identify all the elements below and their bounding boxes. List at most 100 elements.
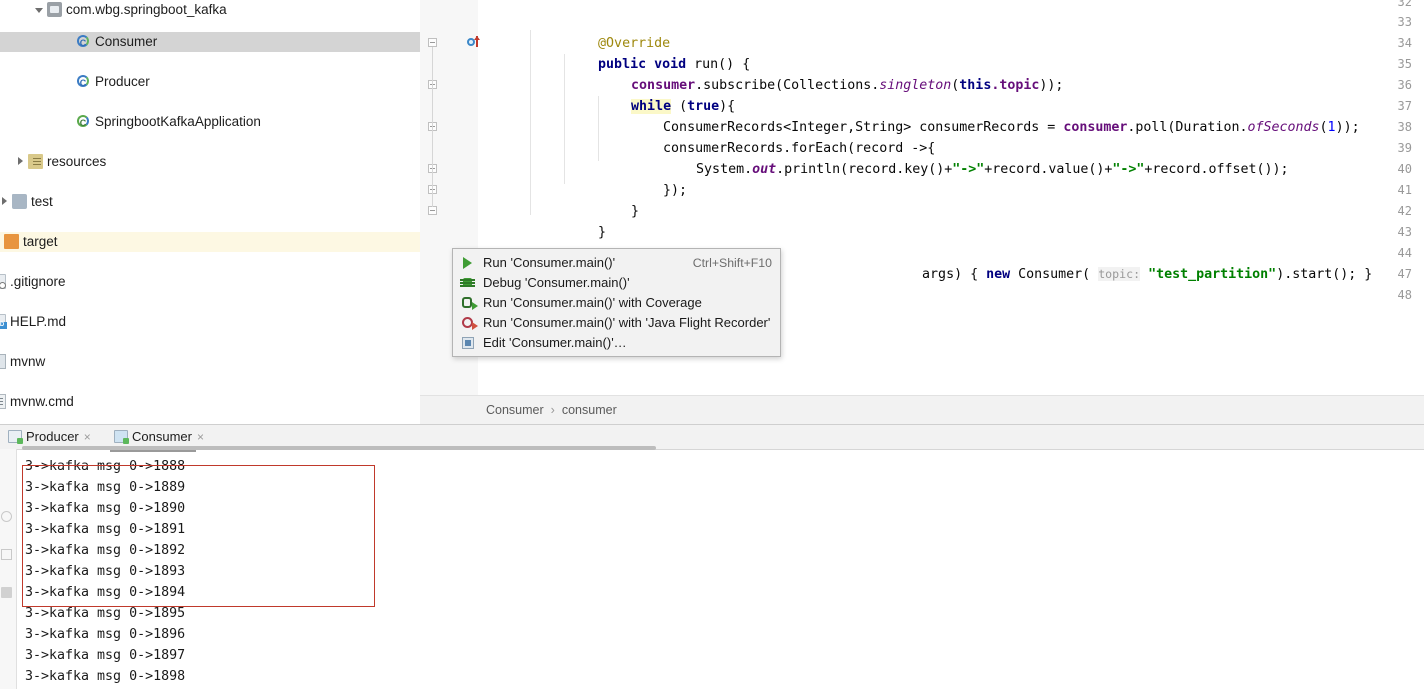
java-class-icon xyxy=(76,73,91,93)
tree-item-springboot-application[interactable]: SpringbootKafkaApplication xyxy=(0,112,420,133)
run-tab-icon xyxy=(114,430,129,444)
code-token-args-tail: args) { xyxy=(922,267,987,282)
shell-file-icon xyxy=(0,354,6,369)
tree-item-label: SpringbootKafkaApplication xyxy=(95,114,261,129)
breadcrumb-item-field[interactable]: consumer xyxy=(562,396,617,425)
code-token-brace-close: } xyxy=(631,204,640,219)
menu-item-debug[interactable]: Debug 'Consumer.main()' xyxy=(453,273,780,293)
code-token-out-field: out xyxy=(752,162,777,177)
breadcrumb-separator-icon: › xyxy=(550,403,555,417)
menu-item-label: Run 'Consumer.main()' xyxy=(483,255,616,270)
edit-config-icon xyxy=(461,336,475,350)
tree-item-label: .gitignore xyxy=(10,274,66,289)
console-line: 3->kafka msg 0->1894 xyxy=(25,585,186,600)
tree-item-mvnw[interactable]: mvnw xyxy=(0,352,420,372)
package-icon xyxy=(47,2,62,17)
menu-item-label: Run 'Consumer.main()' with 'Java Flight … xyxy=(483,315,771,330)
breadcrumb[interactable]: Consumer › consumer xyxy=(420,395,1424,426)
console-line: 3->kafka msg 0->1891 xyxy=(25,522,186,537)
code-token-topic-field: .topic xyxy=(991,78,1040,93)
target-folder-icon xyxy=(4,234,19,249)
tree-item-package[interactable]: com.wbg.springboot_kafka xyxy=(0,0,420,20)
menu-item-label: Edit 'Consumer.main()'… xyxy=(483,335,627,350)
tree-item-label: resources xyxy=(47,154,107,169)
code-token-this: this xyxy=(959,78,992,93)
code-token-arrow-string: "->" xyxy=(952,162,985,177)
chevron-right-icon[interactable] xyxy=(15,156,26,168)
menu-item-run[interactable]: Run 'Consumer.main()' Ctrl+Shift+F10 xyxy=(453,253,780,273)
menu-item-shortcut: Ctrl+Shift+F10 xyxy=(692,256,772,270)
tree-item-label: target xyxy=(23,234,58,249)
stop-icon[interactable] xyxy=(1,549,12,560)
code-token-arrow-string: "->" xyxy=(1112,162,1145,177)
tree-item-test[interactable]: test xyxy=(0,192,420,212)
print-icon[interactable] xyxy=(1,587,12,598)
tab-label: Consumer xyxy=(132,429,192,444)
fold-region-line xyxy=(432,47,433,207)
run-context-menu[interactable]: Run 'Consumer.main()' Ctrl+Shift+F10 Deb… xyxy=(452,248,781,357)
code-token-ofseconds: ofSeconds xyxy=(1247,120,1320,135)
code-token-close-lambda: }); xyxy=(663,183,688,198)
console-line: 3->kafka msg 0->1888 xyxy=(25,459,186,474)
breadcrumb-item-class[interactable]: Consumer xyxy=(486,396,544,425)
code-token-new: new xyxy=(986,267,1011,282)
chevron-right-icon[interactable] xyxy=(0,196,10,208)
console-line: 3->kafka msg 0->1895 xyxy=(25,606,186,621)
run-tool-window[interactable]: Producer × Consumer × 3->kafka msg 0->18… xyxy=(0,424,1424,689)
code-token-plus-value: +record.value()+ xyxy=(984,162,1113,177)
menu-item-label: Debug 'Consumer.main()' xyxy=(483,275,630,290)
tree-item-label: com.wbg.springboot_kafka xyxy=(66,2,227,17)
folder-icon xyxy=(12,194,27,209)
code-token-consumer-ctor: Consumer( xyxy=(1010,267,1099,282)
tree-item-label: test xyxy=(31,194,53,209)
code-token-poll: .poll(Duration. xyxy=(1127,120,1248,135)
fold-marker-icon[interactable] xyxy=(428,38,437,47)
resources-folder-icon xyxy=(28,154,43,169)
tree-item-label: mvnw.cmd xyxy=(10,394,74,409)
console-line: 3->kafka msg 0->1889 xyxy=(25,480,186,495)
console-line: 3->kafka msg 0->1897 xyxy=(25,648,186,663)
parameter-hint: topic: xyxy=(1098,267,1141,281)
run-tab-icon xyxy=(8,430,23,444)
console-line: 3->kafka msg 0->1892 xyxy=(25,543,186,558)
code-token-consumer-field: consumer xyxy=(1063,120,1128,135)
menu-item-edit-configuration[interactable]: Edit 'Consumer.main()'… xyxy=(453,333,780,353)
console-line: 3->kafka msg 0->1898 xyxy=(25,669,186,684)
code-token-plus-offset: +record.offset()); xyxy=(1144,162,1289,177)
tree-item-label: HELP.md xyxy=(10,314,67,329)
java-class-icon xyxy=(76,33,91,53)
override-method-icon[interactable] xyxy=(467,36,481,50)
project-tool-window[interactable]: com.wbg.springboot_kafka Consumer Produc… xyxy=(0,0,420,424)
spring-class-icon xyxy=(76,113,91,133)
rerun-icon[interactable] xyxy=(1,511,12,522)
tree-item-gitignore[interactable]: .gitignore xyxy=(0,272,420,292)
code-token-test-partition-string: "test_partition" xyxy=(1148,267,1277,282)
menu-item-label: Run 'Consumer.main()' with Coverage xyxy=(483,295,702,310)
tree-item-label: mvnw xyxy=(10,354,46,369)
tree-item-help-md[interactable]: HELP.md xyxy=(0,312,420,332)
tab-label: Producer xyxy=(26,429,79,444)
fold-marker-icon[interactable] xyxy=(428,206,437,215)
tree-item-target[interactable]: target xyxy=(0,232,420,252)
chevron-down-icon[interactable] xyxy=(34,5,45,16)
code-token-subscribe-close: )); xyxy=(1039,78,1064,93)
tree-item-consumer[interactable]: Consumer xyxy=(0,32,420,53)
menu-item-run-with-coverage[interactable]: Run 'Consumer.main()' with Coverage xyxy=(453,293,780,313)
console-line: 3->kafka msg 0->1893 xyxy=(25,564,186,579)
markdown-file-icon xyxy=(0,314,7,329)
run-side-toolbar[interactable] xyxy=(0,449,17,689)
code-token-poll-close: )); xyxy=(1335,120,1360,135)
ide-window: com.wbg.springboot_kafka Consumer Produc… xyxy=(0,0,1424,689)
console-output[interactable]: 3->kafka msg 0->1888 3->kafka msg 0->188… xyxy=(17,449,1424,689)
console-line: 3->kafka msg 0->1890 xyxy=(25,501,186,516)
debug-icon xyxy=(460,276,475,290)
code-token-start-tail: ).start(); } xyxy=(1276,267,1373,282)
tab-scroll-indicator[interactable] xyxy=(22,446,656,450)
code-token-brace-close: } xyxy=(598,225,607,240)
tree-item-resources[interactable]: resources xyxy=(0,152,420,172)
tree-item-mvnw-cmd[interactable]: mvnw.cmd xyxy=(0,392,420,412)
tree-item-producer[interactable]: Producer xyxy=(0,72,420,93)
coverage-icon xyxy=(461,296,478,310)
run-icon xyxy=(461,256,475,270)
menu-item-run-with-jfr[interactable]: Run 'Consumer.main()' with 'Java Flight … xyxy=(453,313,780,333)
